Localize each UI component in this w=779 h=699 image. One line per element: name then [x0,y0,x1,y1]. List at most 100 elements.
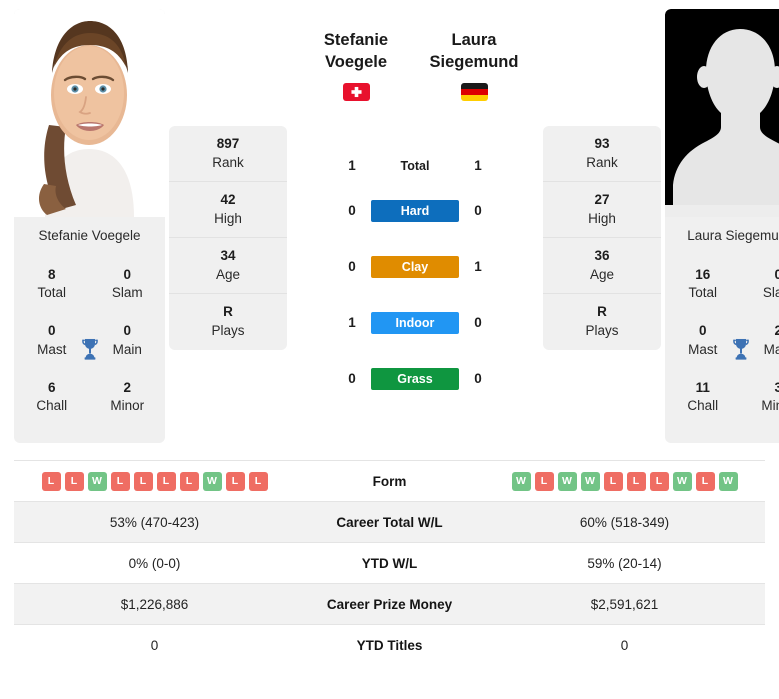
title-label: Slam [111,285,143,301]
surface-badge-indoor[interactable]: Indoor [371,311,459,334]
form-badge-win[interactable]: W [718,471,738,491]
stat-value: 36 [594,247,610,263]
value-left: $1,226,886 [120,596,189,612]
form-badge-loss[interactable]: L [133,471,153,491]
h2h-row-clay: 0 Clay 1 [297,239,533,295]
title-stat-main-right: 2 Main [741,314,779,370]
titles-grid-left: 8 Total 0 Slam 0 Mast 0 Main 6 Chall 2 M… [14,254,165,443]
player-first-name-right: Laura [451,31,497,49]
form-badge-win[interactable]: W [672,471,692,491]
form-badge-loss[interactable]: L [179,471,199,491]
h2h-score-left: 0 [348,203,356,219]
player-name-label-left: Stefanie Voegele [38,228,141,243]
h2h-score-left: 1 [348,315,356,331]
player-card-left[interactable]: Stefanie Voegele 8 Total 0 Slam 0 Mast 0… [14,9,165,444]
form-cell-right: WLWWLLLWLW [484,461,765,502]
h2h-row-hard: 0 Hard 0 [297,183,533,239]
h2h-row-grass: 0 Grass 0 [297,351,533,407]
form-badge-loss[interactable]: L [534,471,554,491]
table-row-career-total-wl: 53% (470-423) Career Total W/L 60% (518-… [14,501,765,543]
player-last-name-left: Voegele [324,52,388,71]
form-badge-win[interactable]: W [202,471,222,491]
player-first-name-left: Stefanie [323,31,389,49]
stat-value: 42 [220,191,236,207]
form-badge-loss[interactable]: L [110,471,130,491]
title-value: 8 [47,267,56,282]
head-to-head-surface-list: 1 Total 1 0 Hard 0 0 Clay 1 1 Indoor 0 0 [297,101,533,407]
title-stat-mast-right: 0 Mast [665,314,741,370]
form-badge-loss[interactable]: L [649,471,669,491]
surface-badge-hard[interactable]: Hard [371,199,459,222]
title-label: Main [763,341,779,357]
stat-cell-plays-left: R Plays [169,294,287,350]
form-badge-loss[interactable]: L [695,471,715,491]
form-badge-win[interactable]: W [87,471,107,491]
title-value: 0 [123,267,131,282]
form-badge-win[interactable]: W [511,471,531,491]
player-name-label-right: Laura Siegemund [687,228,779,243]
h2h-row-total: 1 Total 1 [297,149,533,183]
title-label: Chall [36,398,68,414]
form-badge-win[interactable]: W [580,471,600,491]
h2h-score-left: 0 [348,371,356,387]
surface-badge-grass[interactable]: Grass [371,367,459,390]
stat-label: Age [215,266,241,282]
title-label: Minor [761,398,779,414]
title-stat-total-left: 8 Total [14,258,90,314]
player-name-block-right[interactable]: Laura Siegemund [415,9,533,101]
h2h-surface-label-total: Total [400,158,430,173]
player-comparison-header: Stefanie Voegele 8 Total 0 Slam 0 Mast 0… [0,0,779,444]
value-left: 53% (470-423) [109,514,200,530]
stat-cell-plays-right: R Plays [543,294,661,350]
title-value: 11 [695,379,710,395]
h2h-score-right: 0 [474,371,482,387]
h2h-score-right: 1 [474,259,482,275]
form-strip-left: LLWLLLLWLL [14,471,295,491]
form-badge-win[interactable]: W [557,471,577,491]
h2h-score-right: 0 [474,315,482,331]
form-badge-loss[interactable]: L [248,471,268,491]
stat-column-left: 897 Rank 42 High 34 Age R Plays [169,126,287,350]
h2h-score-left: 0 [348,259,356,275]
form-badge-loss[interactable]: L [626,471,646,491]
h2h-score-right: 1 [474,158,482,174]
value-left: 0 [150,638,159,654]
player-last-name-right: Siegemund [429,52,519,71]
title-label: Mast [688,341,718,357]
stat-label: Age [589,266,615,282]
stat-label: High [588,210,616,226]
title-label: Mast [37,341,67,357]
row-label-ytd-titles: YTD Titles [356,638,423,654]
stat-value: 27 [594,191,610,207]
title-stat-slam-left: 0 Slam [90,258,166,314]
form-badge-loss[interactable]: L [156,471,176,491]
title-stat-slam-right: 0 Slam [741,258,779,314]
player-names-row: Stefanie Voegele Laura Siegemund [297,9,533,101]
title-value: 0 [123,323,131,339]
head-to-head-column: Stefanie Voegele Laura Siegemund 1 Total… [291,9,539,407]
row-label-career-total-wl: Career Total W/L [336,514,443,530]
form-badge-loss[interactable]: L [64,471,84,491]
title-value: 3 [774,379,779,395]
form-badge-loss[interactable]: L [225,471,245,491]
table-row-ytd-wl: 0% (0-0) YTD W/L 59% (20-14) [14,542,765,584]
title-stat-chall-left: 6 Chall [14,371,90,427]
flag-switzerland-icon [342,82,370,101]
title-stat-minor-left: 2 Minor [90,371,166,427]
player-name-block-left[interactable]: Stefanie Voegele [297,9,415,101]
stat-cell-age-left: 34 Age [169,238,287,294]
stat-cell-high-right: 27 High [543,182,661,238]
title-label: Total [37,285,67,301]
form-badge-loss[interactable]: L [41,471,61,491]
stat-value: R [223,304,233,320]
player-card-right[interactable]: Laura Siegemund 16 Total 0 Slam 0 Mast 2… [665,9,779,444]
stat-value: 93 [594,135,610,151]
title-label: Chall [687,398,719,414]
surface-badge-clay[interactable]: Clay [371,255,459,278]
h2h-score-left: 1 [348,158,356,174]
comparison-table: LLWLLLLWLL Form WLWWLLLWLW 53% (470-423)… [14,460,765,666]
table-row-ytd-titles: 0 YTD Titles 0 [14,624,765,666]
form-badge-loss[interactable]: L [603,471,623,491]
player-photo-left [14,9,165,217]
table-row-form: LLWLLLLWLL Form WLWWLLLWLW [14,460,765,502]
